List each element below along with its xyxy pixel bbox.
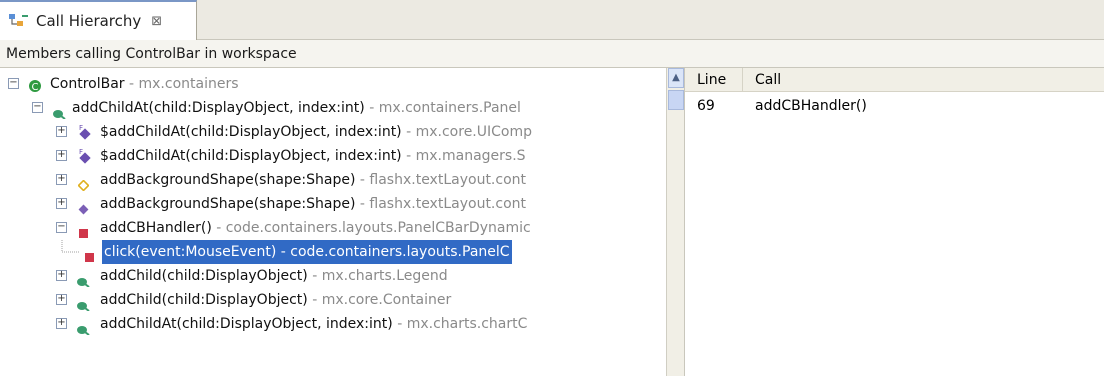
final-method-icon: F [76, 124, 92, 140]
public-method-icon [52, 103, 66, 120]
line-cell: 69 [697, 98, 715, 114]
scroll-up-button[interactable]: ▲ [668, 68, 684, 88]
tree-node-label: addChildAt(child:DisplayObject, index:in… [72, 100, 365, 116]
private-method-icon [84, 247, 95, 262]
tab-title: Call Hierarchy [36, 12, 142, 30]
tree-node-label: $addChildAt(child:DisplayObject, index:i… [100, 148, 402, 164]
tree-node-label: $addChildAt(child:DisplayObject, index:i… [100, 124, 402, 140]
call-tree[interactable]: − C ControlBar - mx.containers − addChil… [0, 68, 666, 376]
tree-node-label: addBackgroundShape(shape:Shape) [100, 196, 356, 212]
table-row[interactable]: 69 addCBHandler() [685, 94, 1104, 118]
tree-node-package: - mx.charts.Legend [307, 268, 448, 284]
column-header-call[interactable]: Call [745, 68, 781, 92]
expand-toggle[interactable]: + [56, 294, 67, 305]
tree-node-label: addChild(child:DisplayObject) [100, 268, 308, 284]
svg-text:C: C [32, 82, 39, 93]
collapse-toggle[interactable]: − [32, 102, 43, 113]
tree-connector [61, 240, 80, 253]
tree-node-package: - mx.charts.chartC [392, 316, 528, 332]
tree-node-package: - code.containers.layouts.PanelC [276, 244, 510, 260]
tree-node-package: - flashx.textLayout.cont [355, 172, 527, 188]
public-method-icon [76, 295, 90, 312]
public-method-icon [76, 271, 90, 288]
tree-node-label: addBackgroundShape(shape:Shape) [100, 172, 356, 188]
svg-text:F: F [79, 148, 83, 156]
expand-toggle[interactable]: + [56, 126, 67, 137]
hierarchy-description: Members calling ControlBar in workspace [0, 40, 1104, 68]
expand-toggle[interactable]: + [56, 318, 67, 329]
expand-toggle[interactable]: + [56, 198, 67, 209]
tree-node-label: addCBHandler() [100, 220, 212, 236]
column-header-line[interactable]: Line [685, 68, 743, 92]
view-tab-bar: Call Hierarchy ⊠ [0, 0, 1104, 40]
table-header: Line Call [685, 68, 1104, 92]
protected-method-icon [77, 175, 90, 192]
public-method-icon [76, 319, 90, 336]
call-hierarchy-icon [8, 12, 30, 30]
tree-scrollbar[interactable]: ▲ [666, 68, 684, 376]
expand-toggle[interactable]: + [56, 174, 67, 185]
tree-node-label: addChildAt(child:DisplayObject, index:in… [100, 316, 393, 332]
collapse-toggle[interactable]: − [56, 222, 67, 233]
expand-toggle[interactable]: + [56, 150, 67, 161]
tree-node-label: ControlBar [50, 76, 125, 92]
tree-node-label: addChild(child:DisplayObject) [100, 292, 308, 308]
tree-node-package: - mx.containers [124, 76, 239, 92]
tree-node-label: click(event:MouseEvent) [104, 244, 277, 260]
collapse-toggle[interactable]: − [8, 78, 19, 89]
scroll-thumb[interactable] [668, 90, 684, 110]
close-icon[interactable]: ⊠ [151, 14, 162, 29]
call-locations-table: Line Call 69 addCBHandler() [684, 68, 1104, 376]
svg-text:F: F [79, 124, 83, 132]
tree-node-package: - mx.core.Container [307, 292, 452, 308]
call-hierarchy-tab[interactable]: Call Hierarchy ⊠ [0, 0, 197, 40]
tree-node-package: - mx.containers.Panel [364, 100, 521, 116]
tree-node-package: - code.containers.layouts.PanelCBarDynam… [211, 220, 531, 236]
internal-method-icon [78, 199, 89, 215]
class-icon: C [28, 77, 42, 93]
tree-node-package: - flashx.textLayout.cont [355, 196, 527, 212]
final-method-icon: F [76, 148, 92, 164]
expand-toggle[interactable]: + [56, 270, 67, 281]
call-cell: addCBHandler() [755, 98, 867, 114]
private-method-icon [78, 223, 89, 238]
tree-node-package: - mx.managers.S [401, 148, 526, 164]
tree-node-package: - mx.core.UIComp [401, 124, 532, 140]
